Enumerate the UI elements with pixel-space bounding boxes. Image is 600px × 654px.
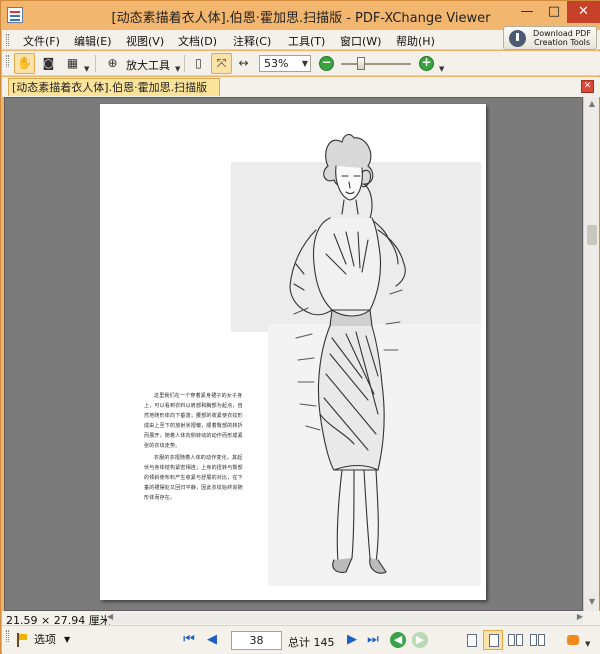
forward-arrow-icon: ▶: [415, 633, 425, 646]
facing-view-button[interactable]: [505, 630, 525, 650]
page-paragraph: 这里我们在一个穿着紧身裙子的女子身上，可以看到衣料以肩部和胸部为起点，自然地随形…: [144, 393, 243, 449]
toolbar-separator: [95, 55, 96, 72]
horizontal-scrollbar[interactable]: ◀ ▶: [107, 612, 583, 624]
back-arrow-icon: ◀: [393, 633, 403, 646]
facing-pages-icon: [508, 634, 515, 646]
previous-page-button[interactable]: ◀: [203, 631, 221, 649]
plus-icon: +: [421, 55, 432, 69]
menu-file[interactable]: 文件(F): [23, 33, 60, 49]
select-text-icon: ▦: [66, 56, 79, 70]
fit-width-button[interactable]: ↔: [233, 53, 254, 74]
magnifier-icon: ⊕: [107, 56, 118, 70]
flag-icon: [16, 633, 27, 647]
zoom-in-button[interactable]: +: [419, 55, 434, 71]
zoom-level-select[interactable]: 53% ▼: [259, 55, 311, 72]
minimize-button[interactable]: —: [513, 1, 541, 23]
fit-width-icon: ↔: [238, 56, 249, 70]
zoom-slider-track[interactable]: [341, 63, 411, 65]
zoom-slider-thumb[interactable]: [356, 57, 365, 70]
navbar-grip[interactable]: [6, 630, 9, 642]
next-page-button[interactable]: ▶: [343, 631, 361, 649]
single-page-view-button[interactable]: [461, 630, 481, 650]
actual-size-button[interactable]: ▯: [188, 53, 209, 74]
select-tool-dropdown-icon[interactable]: ▼: [84, 65, 90, 73]
page-body-text: 这里我们在一个穿着紧身裙子的女子身上，可以看到衣料以肩部和胸部为起点，自然地随形…: [144, 391, 246, 505]
minus-icon: −: [321, 55, 332, 69]
fit-page-icon: ⤧: [216, 56, 227, 70]
hand-tool-button[interactable]: ✋: [14, 53, 35, 74]
go-back-button[interactable]: ◀: [390, 632, 406, 648]
single-page-icon: [467, 634, 477, 647]
fashion-figure-sketch: [289, 133, 406, 574]
zoom-level-value: 53%: [264, 57, 289, 70]
menu-help[interactable]: 帮助(H): [396, 33, 435, 49]
zoom-tool-button[interactable]: ⊕: [102, 53, 123, 74]
scroll-right-icon[interactable]: ▶: [577, 612, 583, 621]
scroll-left-icon[interactable]: ◀: [107, 612, 113, 621]
menu-comments[interactable]: 注释(C): [233, 33, 271, 49]
chevron-down-icon[interactable]: ▼: [585, 640, 590, 648]
toolbar-grip[interactable]: [6, 55, 9, 67]
scroll-down-icon[interactable]: ▼: [584, 597, 600, 606]
download-line2: Creation Tools: [533, 38, 591, 47]
download-line1: Download PDF: [533, 29, 591, 38]
toolbar: ✋ ◙ ▦ ▼ ⊕ 放大工具 ▼ ▯ ⤧ ↔ 53% ▼ − + ▼: [2, 51, 600, 76]
camera-icon: ◙: [42, 56, 55, 70]
snapshot-tool-button[interactable]: ◙: [38, 53, 59, 74]
go-forward-button[interactable]: ▶: [412, 632, 428, 648]
continuous-facing-view-button[interactable]: [527, 630, 547, 650]
menu-document[interactable]: 文档(D): [178, 33, 217, 49]
toolbar-overflow-icon[interactable]: ▼: [439, 65, 445, 73]
chevron-down-icon: ▼: [301, 59, 308, 68]
total-pages-label: 总计 145: [288, 636, 335, 649]
options-label: 选项: [34, 633, 56, 646]
vertical-scroll-thumb[interactable]: [587, 225, 597, 245]
continuous-facing-icon: [530, 634, 537, 646]
menu-tools[interactable]: 工具(T): [288, 33, 325, 49]
scroll-up-icon[interactable]: ▲: [584, 99, 600, 108]
continuous-page-icon: [489, 634, 499, 647]
actual-size-icon: ▯: [195, 56, 202, 70]
hand-icon: ✋: [17, 56, 32, 70]
menu-view[interactable]: 视图(V): [126, 33, 164, 49]
window-title: [动态素描着衣人体].伯恩·霍加思.扫描版 - PDF-XChange View…: [111, 11, 491, 26]
tab-close-icon[interactable]: ✕: [581, 80, 594, 93]
document-viewer[interactable]: 这里我们在一个穿着紧身裙子的女子身上，可以看到衣料以肩部和胸部为起点，自然地随形…: [4, 97, 583, 611]
page-paragraph: 衣服的衣褶随着人体的动作变化，其起伏与身体结构紧密相连；上身的扭转与臀部的倾斜使…: [144, 455, 243, 501]
navigation-bar: 选项 ▼ ⏮ ◀ 38 总计 145 ▶ ⏭ ◀ ▶ ▼: [2, 625, 600, 654]
first-page-button[interactable]: ⏮: [180, 631, 198, 649]
download-pdf-tools-button[interactable]: Download PDF Creation Tools: [503, 26, 597, 50]
zoom-tool-dropdown-icon[interactable]: ▼: [175, 65, 181, 73]
maximize-button[interactable]: □: [541, 1, 567, 23]
hand-tool-status-icon[interactable]: [565, 631, 583, 649]
toolbar-separator: [184, 55, 185, 72]
document-tab[interactable]: [动态素描着衣人体].伯恩·霍加思.扫描版: [8, 78, 220, 96]
zoom-tool-label[interactable]: 放大工具: [126, 57, 170, 73]
continuous-view-button[interactable]: [483, 630, 503, 650]
last-page-button[interactable]: ⏭: [364, 631, 382, 649]
vertical-scrollbar[interactable]: ▲ ▼: [583, 97, 599, 611]
chevron-down-icon: ▼: [64, 635, 71, 644]
select-tool-button[interactable]: ▦: [62, 53, 83, 74]
menu-edit[interactable]: 编辑(E): [74, 33, 112, 49]
zoom-out-button[interactable]: −: [319, 55, 334, 71]
close-button[interactable]: ✕: [567, 1, 600, 23]
app-window: [动态素描着衣人体].伯恩·霍加思.扫描版 - PDF-XChange View…: [0, 0, 600, 654]
current-page-input[interactable]: 38: [231, 631, 282, 650]
menu-grip[interactable]: [6, 34, 9, 46]
fit-page-button[interactable]: ⤧: [211, 53, 232, 74]
download-icon: [509, 30, 526, 47]
document-tab-strip: [动态素描着衣人体].伯恩·霍加思.扫描版 ✕: [2, 77, 600, 97]
pdf-page: 这里我们在一个穿着紧身裙子的女子身上，可以看到衣料以肩部和胸部为起点，自然地随形…: [100, 104, 486, 600]
menu-window[interactable]: 窗口(W): [340, 33, 381, 49]
